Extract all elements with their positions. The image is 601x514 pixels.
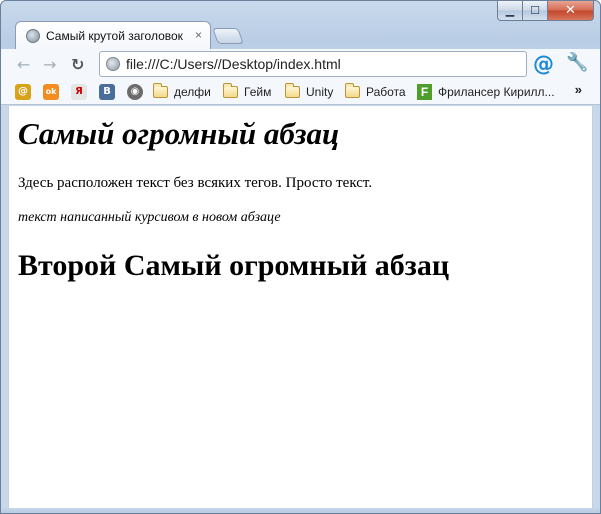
address-bar[interactable]: file:///C:/Users//Desktop/index.html [99,51,527,77]
freelancer-icon: F [417,84,432,100]
bookmarks-overflow-icon[interactable]: » [575,82,582,97]
bookmark-folder-game[interactable]: Гейм [223,83,272,100]
page-paragraph-1: Здесь расположен текст без всяких тегов.… [18,175,373,191]
folder-icon [285,83,300,98]
page-globe-icon [106,57,120,71]
bookmark-folder-work[interactable]: Работа [345,83,406,100]
new-tab-button[interactable] [212,28,244,44]
bookmark-folder-label: Гейм [244,85,272,99]
yandex-icon[interactable]: Я [71,84,87,100]
close-window-button[interactable]: ✕ [548,1,594,21]
wrench-icon[interactable]: 🔧 [566,52,588,73]
minimize-button[interactable]: ▁ [497,1,523,21]
toolbar: ← → ↻ file:///C:/Users//Desktop/index.ht… [1,49,600,79]
tab-title: Самый крутой заголовок [46,28,183,43]
bookmark-folder-label: Работа [366,85,406,99]
bookmark-folder-label: делфи [174,85,211,99]
media-icon[interactable]: ◉ [127,84,143,100]
page-paragraph-italic: текст написанный курсивом в новом абзаце [18,210,281,225]
address-bar-url[interactable]: file:///C:/Users//Desktop/index.html [126,56,341,72]
bookmark-folder-label: Unity [306,85,334,99]
browser-window: ▁ ☐ ✕ Самый крутой заголовок × ← → ↻ fil… [0,0,601,514]
tab-active[interactable]: Самый крутой заголовок × [15,21,211,49]
maximize-button[interactable]: ☐ [523,1,548,21]
bookmark-freelancer[interactable]: F Фрилансер Кирилл... [417,84,555,100]
folder-icon [153,83,168,98]
globe-icon [26,28,40,43]
bookmark-link-label: Фрилансер Кирилл... [438,85,555,99]
folder-icon [223,83,238,98]
at-sign-icon[interactable]: @ [533,52,554,76]
bookmark-folder-delphi[interactable]: делфи [153,83,211,100]
window-bottom-border [1,508,600,513]
page-heading-2: Второй Самый огромный абзац [18,249,450,282]
vk-icon[interactable]: В [99,84,115,100]
tab-close-icon[interactable]: × [195,28,202,42]
back-arrow-icon[interactable]: ← [17,55,30,74]
mail-icon[interactable]: @ [15,84,31,100]
caption-buttons: ▁ ☐ ✕ [497,1,594,21]
bookmark-folder-unity[interactable]: Unity [285,83,334,100]
folder-icon [345,83,360,98]
reload-icon[interactable]: ↻ [71,55,84,74]
odnoklassniki-icon[interactable]: ok [43,84,59,100]
page-content: Самый огромный абзац Здесь расположен те… [8,106,593,508]
forward-arrow-icon[interactable]: → [43,55,56,74]
page-heading-1: Самый огромный абзац [18,116,340,151]
bookmarks-bar: @ ok Я В ◉ делфи Гейм Unity Работа F Фри… [1,79,600,105]
